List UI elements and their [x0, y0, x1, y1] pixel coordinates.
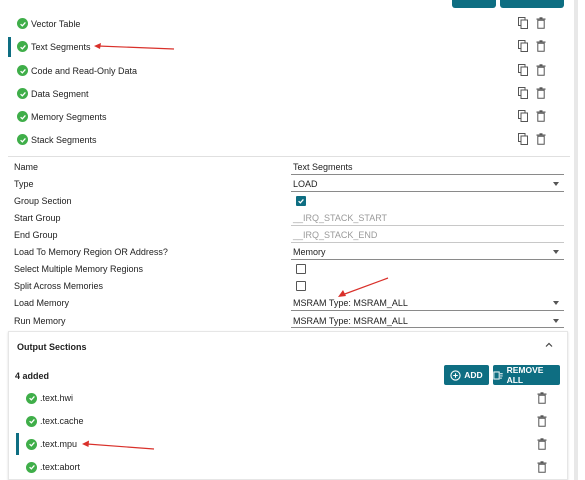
output-section-label: .text.cache	[40, 416, 84, 426]
copy-icon[interactable]	[518, 64, 528, 76]
end-group-label: End Group	[14, 230, 58, 240]
start-group-underline	[291, 225, 564, 226]
add-button[interactable]: ADD	[444, 365, 489, 385]
output-section-label: .text:abort	[40, 462, 81, 472]
delete-icon[interactable]	[536, 87, 546, 99]
copy-icon[interactable]	[518, 110, 528, 122]
run-memory-underline	[291, 327, 564, 328]
segment-label: Memory Segments	[31, 111, 107, 122]
group-section-label: Group Section	[14, 196, 72, 206]
check-circle-icon	[17, 111, 28, 122]
delete-icon[interactable]	[537, 415, 547, 427]
type-underline	[291, 191, 564, 192]
split-across-checkbox[interactable]	[296, 281, 306, 291]
name-label: Name	[14, 162, 39, 172]
annotation-arrow	[94, 43, 175, 50]
load-memory-label: Load Memory	[14, 298, 70, 308]
start-group-input[interactable]: __IRQ_STACK_START	[293, 213, 387, 223]
load-to-label: Load To Memory Region OR Address?	[14, 247, 168, 257]
name-underline	[291, 174, 564, 175]
group-section-checkbox[interactable]	[296, 196, 306, 206]
segment-label: Data Segment	[31, 88, 89, 99]
check-circle-icon	[26, 438, 37, 450]
run-memory-label: Run Memory	[14, 316, 66, 326]
annotation-arrow	[338, 277, 389, 297]
copy-icon[interactable]	[518, 133, 528, 145]
remove-all-icon	[493, 370, 503, 380]
check-circle-icon	[26, 461, 37, 473]
start-group-label: Start Group	[14, 213, 61, 223]
list-item[interactable]: Vector Table	[8, 12, 568, 35]
run-memory-select[interactable]: MSRAM Type: MSRAM_ALL	[293, 316, 408, 326]
delete-icon[interactable]	[536, 64, 546, 76]
add-circle-icon	[450, 369, 461, 381]
copy-icon[interactable]	[518, 87, 528, 99]
name-input[interactable]: Text Segments	[293, 162, 353, 172]
split-across-label: Split Across Memories	[14, 281, 104, 291]
check-circle-icon	[17, 134, 28, 145]
list-item[interactable]: Stack Segments	[8, 128, 568, 151]
added-count: 4 added	[15, 371, 50, 381]
list-item[interactable]: Code and Read-Only Data	[8, 59, 568, 82]
output-section-label: .text.hwi	[40, 393, 74, 403]
type-select[interactable]: LOAD	[293, 179, 318, 189]
load-to-select[interactable]: Memory	[293, 247, 326, 257]
check-circle-icon	[26, 392, 37, 404]
dropdown-caret-icon[interactable]	[553, 319, 559, 323]
segment-label: Vector Table	[31, 18, 81, 29]
add-button-label: ADD	[464, 370, 483, 380]
end-group-underline	[291, 242, 564, 243]
select-multiple-label: Select Multiple Memory Regions	[14, 264, 144, 274]
remove-all-button[interactable]: REMOVE ALL	[493, 365, 560, 385]
copy-icon[interactable]	[518, 17, 528, 29]
check-circle-icon	[17, 41, 28, 52]
delete-icon[interactable]	[537, 461, 547, 473]
check-circle-icon	[26, 415, 37, 427]
chevron-up-icon[interactable]	[545, 341, 553, 349]
delete-icon[interactable]	[536, 133, 546, 145]
list-item[interactable]: Data Segment	[8, 82, 568, 105]
output-sections-title: Output Sections	[17, 342, 87, 352]
dropdown-caret-icon[interactable]	[553, 301, 559, 305]
segment-label: Text Segments	[31, 41, 91, 52]
check-circle-icon	[17, 18, 28, 29]
type-label: Type	[14, 179, 34, 189]
segment-label: Code and Read-Only Data	[31, 65, 138, 76]
list-divider	[8, 156, 570, 157]
scrollbar[interactable]	[574, 0, 578, 480]
check-circle-icon	[17, 88, 28, 99]
delete-icon[interactable]	[536, 110, 546, 122]
top-add-button-remnant[interactable]	[452, 0, 496, 8]
remove-all-button-label: REMOVE ALL	[506, 365, 544, 385]
segment-label: Stack Segments	[31, 134, 97, 145]
annotation-arrow	[82, 440, 155, 450]
delete-icon[interactable]	[537, 438, 547, 450]
dropdown-caret-icon[interactable]	[553, 250, 559, 254]
delete-icon[interactable]	[537, 392, 547, 404]
output-section-label: .text.mpu	[40, 439, 78, 449]
list-item[interactable]: .text:abort	[16, 456, 556, 478]
copy-icon[interactable]	[518, 40, 528, 52]
delete-icon[interactable]	[536, 40, 546, 52]
top-remove-button-remnant[interactable]	[500, 0, 564, 8]
delete-icon[interactable]	[536, 17, 546, 29]
list-item[interactable]: .text.hwi	[16, 387, 556, 409]
dropdown-caret-icon[interactable]	[553, 182, 559, 186]
load-to-underline	[291, 259, 564, 260]
list-item[interactable]: Memory Segments	[8, 105, 568, 128]
list-item[interactable]: .text.cache	[16, 410, 556, 432]
check-circle-icon	[17, 65, 28, 76]
select-multiple-checkbox[interactable]	[296, 264, 306, 274]
load-memory-underline	[291, 310, 564, 311]
end-group-input[interactable]: __IRQ_STACK_END	[293, 230, 377, 240]
